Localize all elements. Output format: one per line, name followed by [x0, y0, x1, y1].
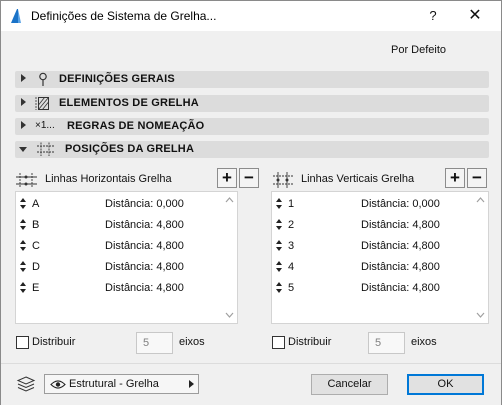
row-distance[interactable]: Distância: 4,800 — [361, 240, 440, 252]
dropdown-arrow-icon — [189, 380, 194, 388]
vertical-axes-count-input[interactable]: 5 — [368, 332, 405, 354]
collapse-triangle-icon — [19, 147, 27, 152]
default-settings-label[interactable]: Por Defeito — [391, 44, 446, 56]
drag-handle-icon[interactable] — [19, 261, 27, 272]
vertical-lines-list[interactable]: 1 Distância: 0,000 2 Distância: 4,800 3 … — [271, 191, 489, 324]
row-name: 2 — [288, 219, 295, 231]
drag-handle-icon[interactable] — [275, 240, 283, 251]
drag-handle-icon[interactable] — [275, 261, 283, 272]
list-item[interactable]: 5 Distância: 4,800 — [272, 277, 478, 298]
layer-select[interactable]: Estrutural - Grelha — [44, 374, 199, 394]
naming-rule-icon: ×1... — [35, 120, 55, 131]
vertical-axes-unit: eixos — [411, 336, 437, 348]
distribute-vertical-label[interactable]: Distribuir — [288, 336, 331, 348]
grid-positions-icon — [37, 142, 55, 156]
section-grid-elements[interactable]: ELEMENTOS DE GRELHA — [15, 95, 489, 112]
horizontal-axes-unit: eixos — [179, 336, 205, 348]
expand-triangle-icon — [21, 98, 26, 106]
horizontal-lines-list[interactable]: A Distância: 0,000 B Distância: 4,800 C … — [15, 191, 238, 324]
section-label: POSIÇÕES DA GRELHA — [65, 143, 195, 155]
drag-handle-icon[interactable] — [19, 240, 27, 251]
vertical-grid-lines-icon — [273, 172, 293, 188]
vertical-lines-header: Linhas Verticais Grelha — [271, 169, 461, 189]
add-horizontal-line-button[interactable]: + — [217, 168, 237, 188]
horizontal-axes-count-input[interactable]: 5 — [136, 332, 173, 354]
drag-handle-icon[interactable] — [19, 219, 27, 230]
distribute-horizontal-label[interactable]: Distribuir — [32, 336, 75, 348]
layers-icon — [16, 376, 36, 392]
section-general-settings[interactable]: DEFINIÇÕES GERAIS — [15, 71, 489, 88]
row-name: 5 — [288, 282, 295, 294]
pin-icon — [39, 72, 47, 86]
row-name: 3 — [288, 240, 295, 252]
drag-handle-icon[interactable] — [19, 282, 27, 293]
list-item[interactable]: D Distância: 4,800 — [16, 256, 222, 277]
row-distance[interactable]: Distância: 4,800 — [361, 282, 440, 294]
list-item[interactable]: 2 Distância: 4,800 — [272, 214, 478, 235]
app-icon — [11, 9, 21, 23]
row-distance[interactable]: Distância: 4,800 — [361, 219, 440, 231]
section-label: DEFINIÇÕES GERAIS — [59, 73, 175, 85]
row-name: E — [32, 282, 40, 294]
list-item[interactable]: A Distância: 0,000 — [16, 193, 222, 214]
row-name: C — [32, 240, 40, 252]
row-distance[interactable]: Distância: 4,800 — [105, 219, 184, 231]
horizontal-lines-label: Linhas Horizontais Grelha — [45, 173, 172, 185]
row-distance[interactable]: Distância: 4,800 — [105, 282, 184, 294]
grid-element-icon — [35, 97, 49, 110]
list-item[interactable]: 3 Distância: 4,800 — [272, 235, 478, 256]
drag-handle-icon[interactable] — [19, 198, 27, 209]
distribute-horizontal-checkbox[interactable] — [16, 336, 29, 349]
section-grid-positions[interactable]: POSIÇÕES DA GRELHA — [15, 141, 489, 158]
eye-icon — [50, 380, 66, 389]
expand-triangle-icon — [21, 74, 26, 82]
list-item[interactable]: E Distância: 4,800 — [16, 277, 222, 298]
row-name: 1 — [288, 198, 295, 210]
row-name: 4 — [288, 261, 295, 273]
dialog-window: Definições de Sistema de Grelha... ? ✕ P… — [0, 0, 502, 405]
remove-horizontal-line-button[interactable]: − — [239, 168, 259, 188]
drag-handle-icon[interactable] — [275, 198, 283, 209]
cancel-button[interactable]: Cancelar — [311, 374, 388, 395]
title-bar: Definições de Sistema de Grelha... ? ✕ — [1, 1, 501, 31]
row-distance[interactable]: Distância: 4,800 — [105, 240, 184, 252]
list-item[interactable]: 1 Distância: 0,000 — [272, 193, 478, 214]
row-distance[interactable]: Distância: 4,800 — [361, 261, 440, 273]
row-distance[interactable]: Distância: 4,800 — [105, 261, 184, 273]
ok-button[interactable]: OK — [407, 374, 484, 395]
drag-handle-icon[interactable] — [275, 282, 283, 293]
section-label: ELEMENTOS DE GRELHA — [59, 97, 199, 109]
row-name: D — [32, 261, 40, 273]
window-title: Definições de Sistema de Grelha... — [31, 9, 217, 23]
section-label: REGRAS DE NOMEAÇÃO — [67, 120, 205, 132]
scroll-up-icon[interactable] — [225, 196, 234, 203]
layer-select-value: Estrutural - Grelha — [69, 378, 159, 390]
scroll-down-icon[interactable] — [225, 312, 234, 319]
horizontal-lines-header: Linhas Horizontais Grelha — [15, 169, 205, 189]
distribute-vertical-checkbox[interactable] — [272, 336, 285, 349]
list-item[interactable]: 4 Distância: 4,800 — [272, 256, 478, 277]
close-button[interactable]: ✕ — [453, 3, 497, 29]
list-item[interactable]: B Distância: 4,800 — [16, 214, 222, 235]
scroll-down-icon[interactable] — [476, 312, 485, 319]
drag-handle-icon[interactable] — [275, 219, 283, 230]
remove-vertical-line-button[interactable]: − — [467, 168, 487, 188]
add-vertical-line-button[interactable]: + — [445, 168, 465, 188]
row-distance[interactable]: Distância: 0,000 — [105, 198, 184, 210]
list-item[interactable]: C Distância: 4,800 — [16, 235, 222, 256]
horizontal-grid-lines-icon — [16, 173, 37, 188]
section-naming-rules[interactable]: ×1... REGRAS DE NOMEAÇÃO — [15, 118, 489, 135]
expand-triangle-icon — [21, 121, 26, 129]
scroll-up-icon[interactable] — [476, 196, 485, 203]
row-name: B — [32, 219, 40, 231]
row-distance[interactable]: Distância: 0,000 — [361, 198, 440, 210]
row-name: A — [32, 198, 40, 210]
vertical-lines-label: Linhas Verticais Grelha — [301, 173, 415, 185]
help-button[interactable]: ? — [421, 5, 445, 27]
